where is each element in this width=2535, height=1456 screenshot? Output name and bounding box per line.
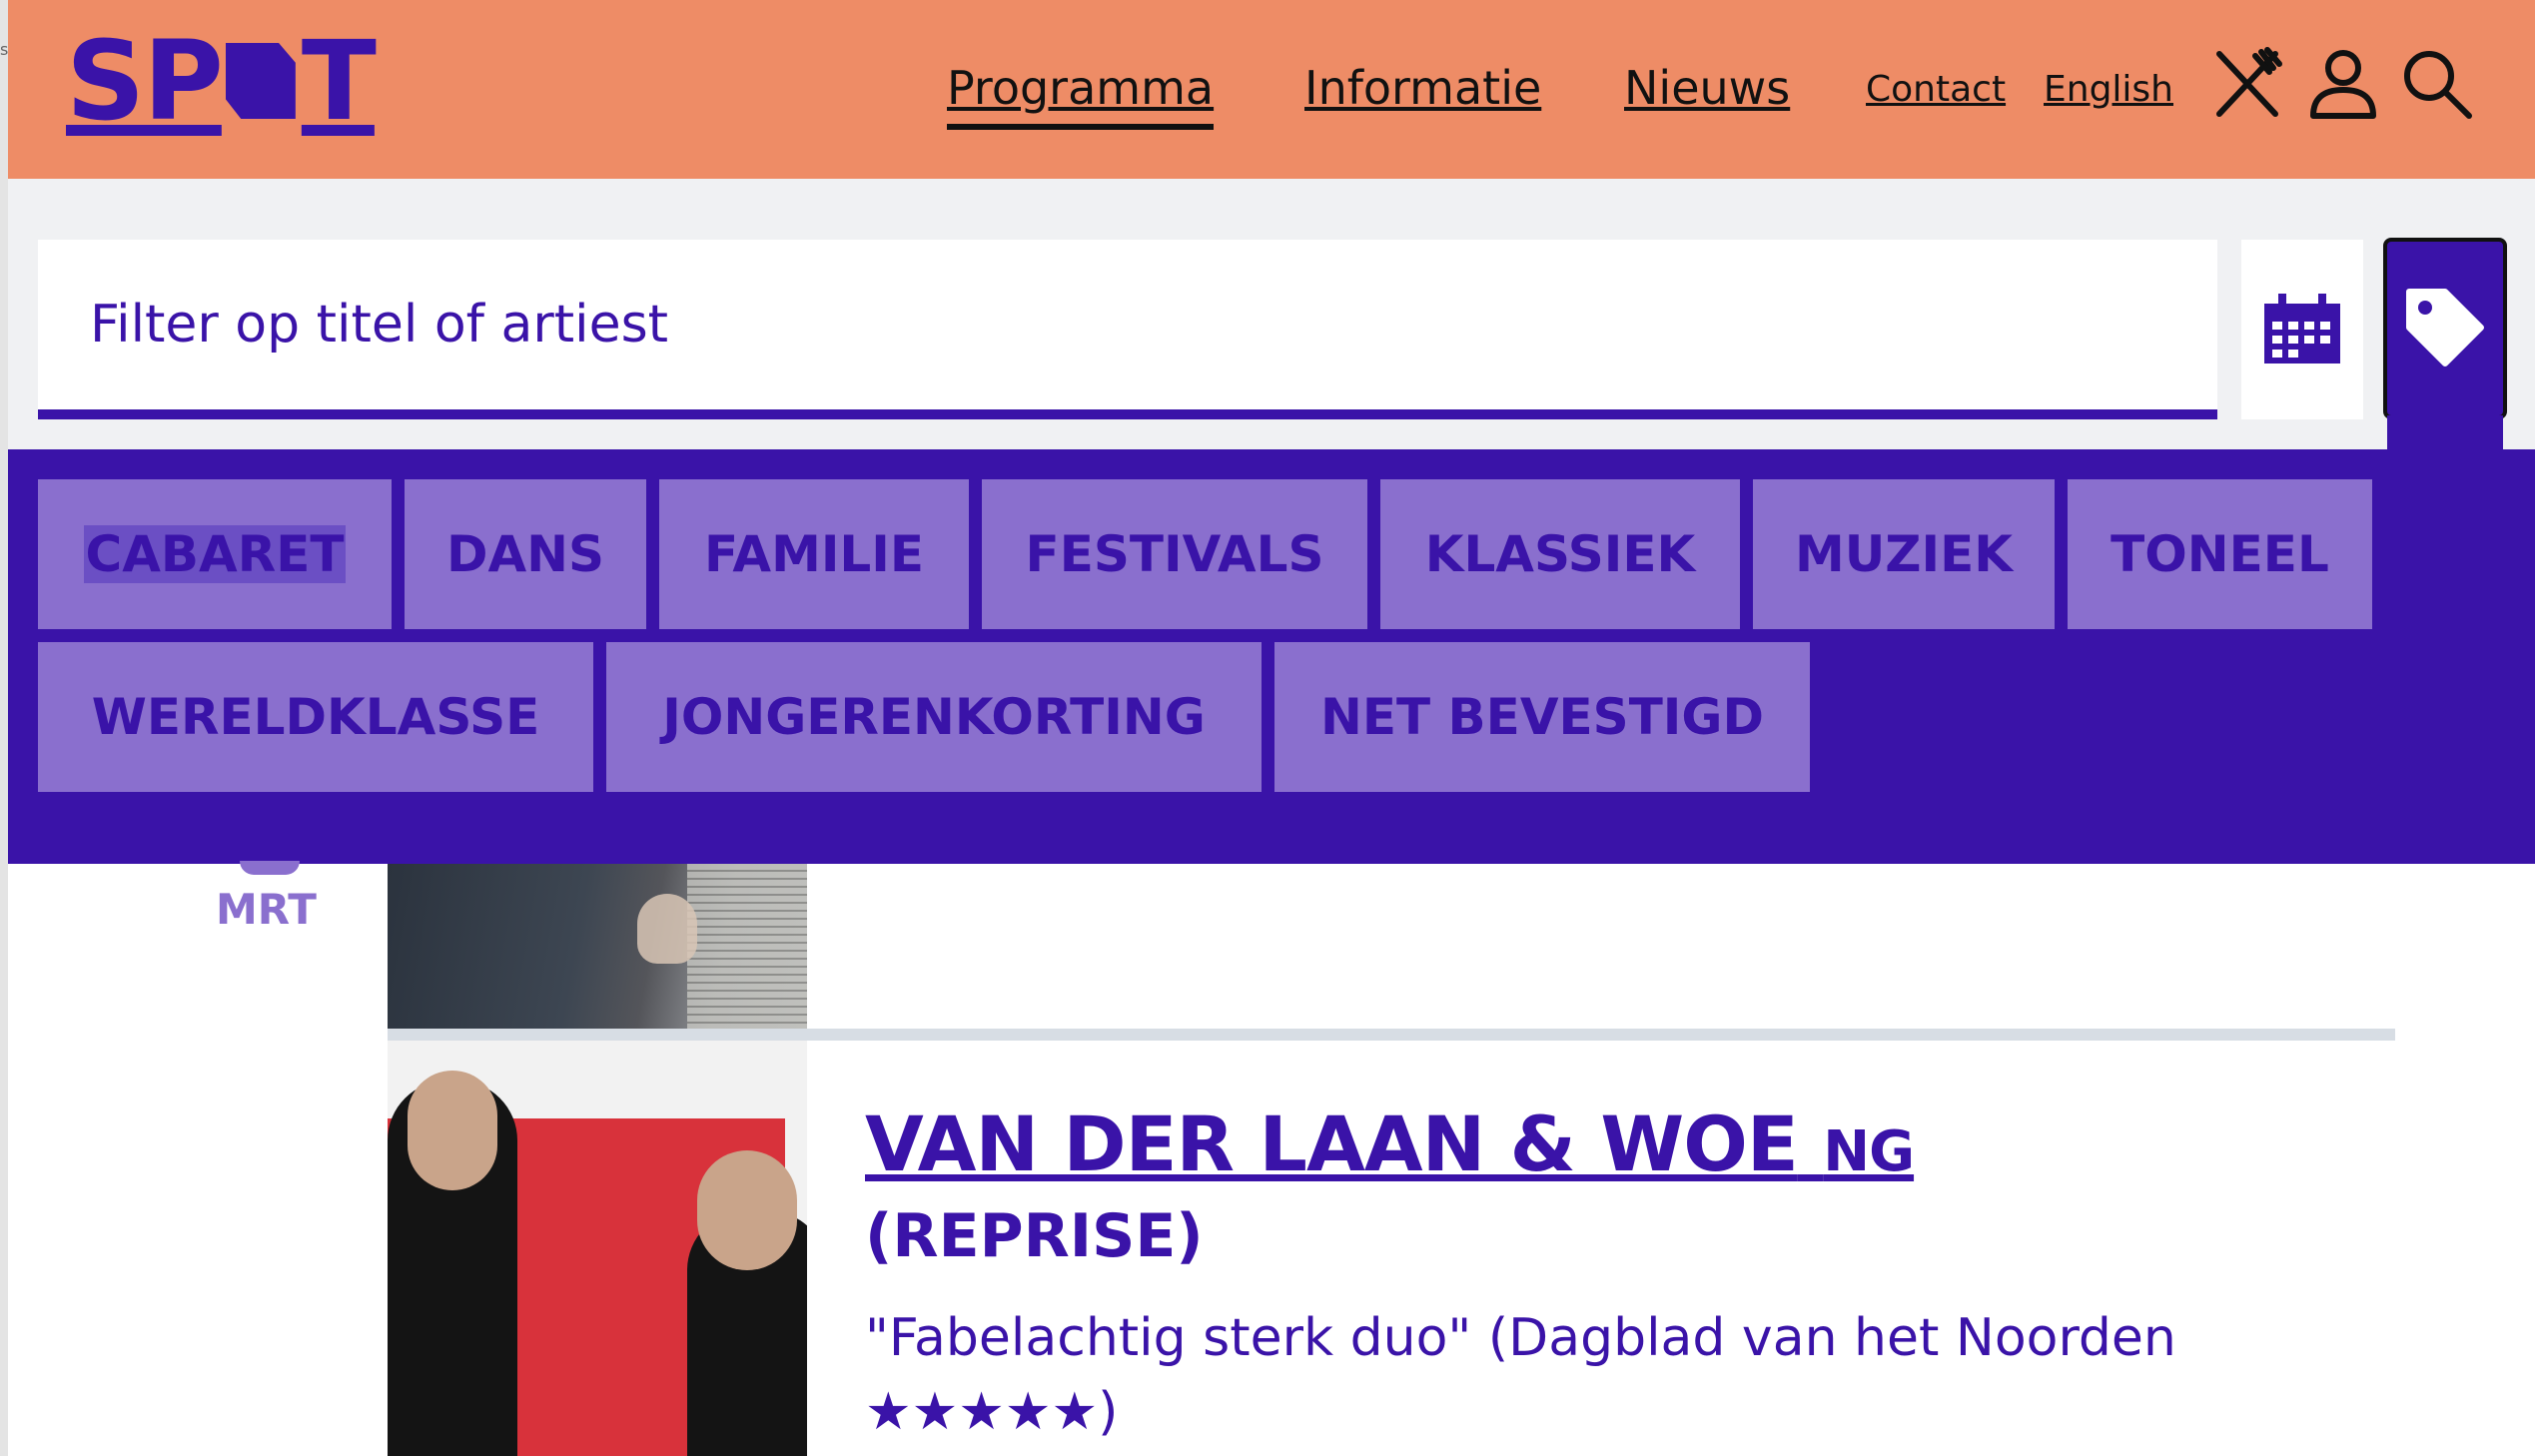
filter-chip-cabaret[interactable]: CABARET: [38, 479, 392, 629]
filter-chip-toneel[interactable]: TONEEL: [2068, 479, 2372, 629]
filter-chip-jongerenkorting[interactable]: JONGERENKORTING: [606, 642, 1262, 792]
chip-label: DANS: [445, 525, 605, 583]
event-rating: ★★★★★): [865, 1382, 1119, 1442]
calendar-filter-button[interactable]: [2241, 240, 2363, 419]
tag-tab-connector: [2387, 415, 2503, 451]
nav-informatie[interactable]: Informatie: [1304, 60, 1541, 116]
filter-chip-net-bevestigd[interactable]: NET BEVESTIGD: [1274, 642, 1810, 792]
spot-logo[interactable]: SP T: [66, 17, 377, 145]
nav-nieuws[interactable]: Nieuws: [1624, 60, 1790, 116]
filter-chip-klassiek[interactable]: KLASSIEK: [1380, 479, 1740, 629]
event-title[interactable]: VAN DER LAAN & WOE NG: [865, 1098, 1915, 1198]
logo-shape: [225, 43, 296, 119]
logo-text-left: SP: [66, 17, 224, 145]
chip-label: TONEEL: [2111, 525, 2329, 583]
event-quote: "Fabelachtig sterk duo" (Dagblad van het…: [865, 1308, 2176, 1368]
tag-icon: [2405, 288, 2485, 370]
event-date-month: MRT: [216, 885, 317, 934]
chip-label: KLASSIEK: [1424, 525, 1696, 583]
event-title-main: VAN DER LAAN & WOE: [865, 1099, 1799, 1188]
filter-chip-muziek[interactable]: MUZIEK: [1753, 479, 2055, 629]
user-icon[interactable]: [2305, 46, 2381, 122]
chip-label: JONGERENKORTING: [662, 688, 1206, 746]
chip-label: MUZIEK: [1794, 525, 2014, 583]
restaurant-icon[interactable]: [2209, 46, 2285, 122]
chip-label: FAMILIE: [703, 525, 925, 583]
search-box: [38, 240, 2217, 419]
language-switch[interactable]: English: [2044, 68, 2173, 112]
logo-text-right: T: [301, 17, 377, 145]
search-input[interactable]: [90, 290, 2187, 360]
nav-programma[interactable]: Programma: [947, 60, 1215, 130]
event-title-suffix: NG: [1823, 1119, 1915, 1184]
chip-label: CABARET: [83, 525, 347, 583]
event-thumbnail[interactable]: [388, 1041, 807, 1456]
nav-contact[interactable]: Contact: [1866, 68, 2006, 112]
chip-label: NET BEVESTIGD: [1320, 688, 1764, 746]
filter-chip-festivals[interactable]: FESTIVALS: [982, 479, 1367, 629]
tag-filter-button[interactable]: [2383, 238, 2507, 419]
calendar-icon: [2264, 293, 2340, 366]
search-icon[interactable]: [2399, 46, 2475, 122]
filter-chip-dans[interactable]: DANS: [405, 479, 646, 629]
filter-chip-wereldklasse[interactable]: WERELDKLASSE: [38, 642, 593, 792]
filter-chip-familie[interactable]: FAMILIE: [659, 479, 969, 629]
window-edge: s: [0, 0, 8, 1456]
chip-label: FESTIVALS: [1025, 525, 1324, 583]
chip-label: WERELDKLASSE: [91, 688, 540, 746]
event-divider: [388, 1029, 2395, 1041]
date-day-partial: [240, 861, 300, 875]
event-subtitle: (REPRISE): [865, 1201, 1204, 1271]
event-thumbnail-previous[interactable]: [388, 864, 807, 1030]
